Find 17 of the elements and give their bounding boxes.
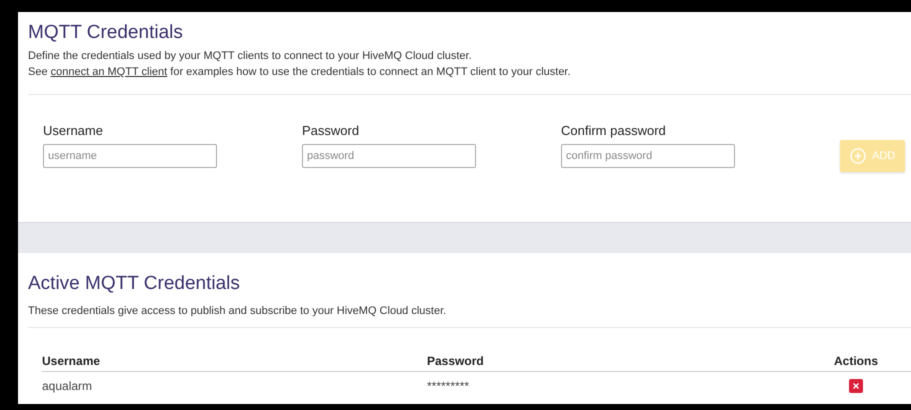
column-header: Actions bbox=[801, 348, 911, 372]
connect-client-link[interactable]: connect an MQTT client bbox=[50, 66, 168, 78]
column-header: Password bbox=[427, 348, 801, 372]
section-title: Active MQTT Credentials bbox=[28, 273, 240, 295]
field-label: Username bbox=[43, 123, 103, 138]
field-label: Confirm password bbox=[561, 123, 666, 138]
description-text: See connect an MQTT client for examples how to use the credentials to connect an MQTT client to your cluster. bbox=[28, 66, 571, 78]
field-label: Password bbox=[302, 123, 360, 138]
description-text: Define the credentials used by your MQTT clients to connect to your HiveMQ Cloud cluster. bbox=[28, 50, 472, 62]
input-field[interactable]: confirm password bbox=[561, 144, 735, 168]
section-title: MQTT Credentials bbox=[28, 22, 183, 44]
table-cell-text: ********* bbox=[427, 378, 470, 395]
column-header: Username bbox=[42, 348, 427, 372]
input-field[interactable]: username bbox=[43, 144, 217, 168]
table-cell-text: aqualarm bbox=[42, 378, 94, 395]
description-text: These credentials give access to publish and subscribe to your HiveMQ Cloud cluster. bbox=[28, 305, 446, 317]
input-field[interactable]: password bbox=[302, 144, 476, 168]
